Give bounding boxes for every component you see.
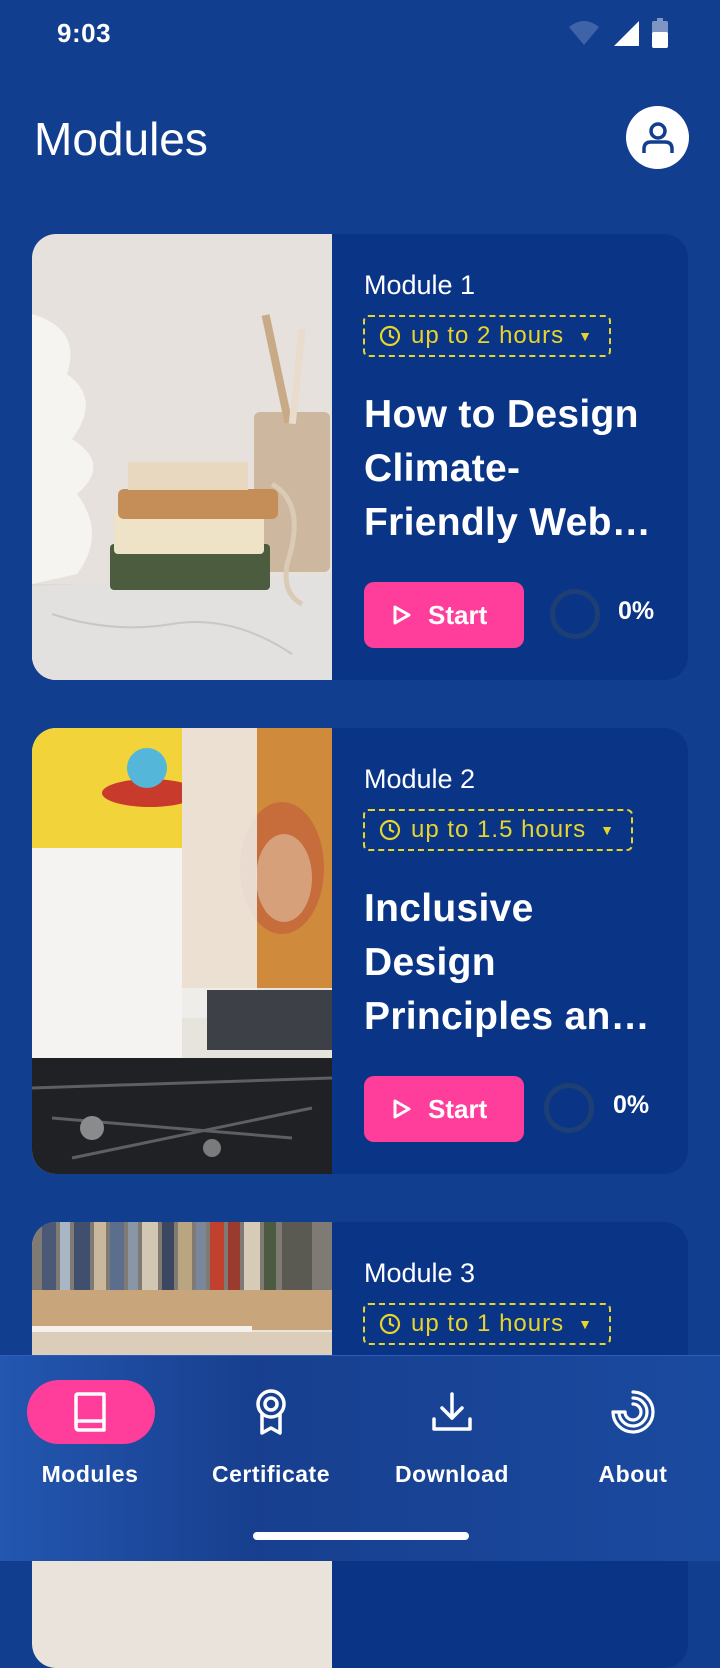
caret-down-icon: ▼: [578, 1316, 593, 1332]
clock-icon: [379, 325, 401, 347]
duration-text: up to 1.5 hours: [411, 816, 587, 843]
nav-item-modules[interactable]: Modules: [0, 1356, 180, 1506]
module-title: Inclusive Design Principles an…: [364, 887, 650, 1038]
module-label: Module 3: [364, 1258, 476, 1288]
battery-icon: [652, 18, 668, 48]
start-label: Start: [428, 1093, 488, 1124]
play-icon: [393, 605, 411, 625]
user-icon: [641, 121, 674, 153]
caret-down-icon: ▼: [600, 822, 615, 838]
spiral-logo-icon: [611, 1390, 655, 1434]
progress-ring: [550, 589, 600, 639]
start-label: Start: [428, 599, 488, 630]
download-icon: [432, 1392, 472, 1431]
progress-ring: [544, 1083, 594, 1133]
module-label: Module 1: [364, 270, 476, 300]
profile-button[interactable]: [626, 106, 689, 169]
status-bar: 9:03: [0, 0, 720, 70]
clock-icon: [379, 1313, 401, 1335]
progress-text: 0%: [618, 597, 655, 625]
duration-dropdown[interactable]: up to 2 hours ▼: [363, 315, 611, 357]
nav-label: About: [598, 1461, 668, 1487]
status-time: 9:03: [57, 18, 112, 48]
duration-text: up to 1 hours: [411, 1310, 565, 1337]
module-title: How to Design Climate-Friendly Web…: [364, 393, 652, 544]
award-icon: [256, 1389, 286, 1435]
start-button[interactable]: Start: [364, 1076, 524, 1142]
module-image: [32, 234, 332, 680]
start-button[interactable]: Start: [364, 582, 524, 648]
book-icon: [74, 1392, 106, 1432]
wifi-icon: [569, 21, 599, 45]
module-card[interactable]: Module 2 up to 1.5 hours ▼ Inclusive Des…: [32, 728, 688, 1174]
nav-label: Certificate: [212, 1461, 330, 1487]
page-title: Modules: [34, 113, 208, 165]
clock-icon: [379, 819, 401, 841]
module-label: Module 2: [364, 764, 476, 794]
status-icons: [568, 16, 668, 50]
duration-dropdown[interactable]: up to 1.5 hours ▼: [363, 809, 633, 851]
nav-label: Download: [395, 1461, 509, 1487]
duration-dropdown[interactable]: up to 1 hours ▼: [363, 1303, 611, 1345]
bottom-nav: Modules Certificate Download About: [0, 1355, 720, 1561]
module-image: [32, 728, 332, 1174]
home-indicator[interactable]: [253, 1532, 469, 1540]
nav-label: Modules: [41, 1461, 139, 1487]
nav-item-certificate[interactable]: Certificate: [181, 1356, 361, 1506]
duration-text: up to 2 hours: [411, 322, 565, 349]
nav-item-download[interactable]: Download: [362, 1356, 542, 1506]
nav-item-about[interactable]: About: [543, 1356, 720, 1506]
module-card[interactable]: Module 1 up to 2 hours ▼ How to Design C…: [32, 234, 688, 680]
progress-text: 0%: [613, 1091, 650, 1119]
signal-icon: [614, 21, 639, 46]
play-icon: [393, 1099, 411, 1119]
caret-down-icon: ▼: [578, 328, 593, 344]
